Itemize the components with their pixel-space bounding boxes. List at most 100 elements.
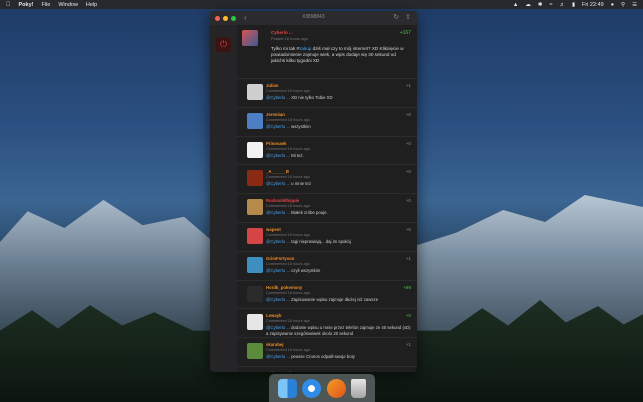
avatar[interactable] <box>247 285 263 302</box>
comment-votes[interactable]: +89 <box>403 285 411 290</box>
power-icon[interactable]: ⏻ <box>216 37 231 52</box>
comment-item: Hordk_pokemony Commented 16 hours ago +89 @… <box>237 281 417 310</box>
trash-icon[interactable] <box>351 378 367 398</box>
comment-text: XD nie tylko Tobie XD <box>289 95 333 100</box>
comment-author[interactable]: _A______B <box>266 169 411 174</box>
comment-meta: Commented 16 hours ago <box>266 117 310 122</box>
menu-file[interactable]: File <box>41 2 50 8</box>
avatar[interactable] <box>247 227 263 244</box>
back-icon[interactable]: ‹ <box>244 14 247 22</box>
comment-item: Lewayk Commented 16 hours ago +0 @Cyberlo .… <box>237 309 417 339</box>
avatar[interactable] <box>247 170 263 187</box>
comment-body: @Cyberlo ... pewnie Cronos odpalił swoje… <box>266 354 411 360</box>
notification-icon[interactable]: ▲ <box>513 2 518 8</box>
avatar[interactable] <box>247 141 263 158</box>
comment-item: Julian Commented 16 hours ago +1 @Cyberlo .… <box>237 79 417 108</box>
comment-author[interactable]: GrimFortyvon <box>266 256 411 261</box>
comment-meta: Commented 16 hours ago <box>266 290 310 295</box>
finder-icon[interactable] <box>277 378 297 398</box>
close-button[interactable] <box>215 15 220 21</box>
menu-window[interactable]: Window <box>58 2 78 8</box>
cloud-icon[interactable]: ☁ <box>525 2 531 8</box>
comment-text: wszystkim <box>289 123 311 129</box>
comment-body: @Cyberlo ... tagi nieprawiają... daj im … <box>266 239 411 245</box>
comment-meta: Commented 16 hours ago <box>266 175 310 180</box>
refresh-icon[interactable]: ↻ <box>393 13 399 21</box>
comment-mention[interactable]: @Cyberlo ... <box>266 325 290 330</box>
avatar[interactable] <box>247 343 263 360</box>
comment-text: Mi też. <box>289 152 304 158</box>
comment-votes[interactable]: +0 <box>406 198 411 203</box>
clock[interactable]: Fri 22:49 <box>582 2 604 8</box>
comment-author[interactable]: skarabej <box>266 342 411 347</box>
avatar[interactable] <box>247 84 263 100</box>
wifi-icon[interactable]: ≈ <box>549 2 552 8</box>
comment-author[interactable]: wapent <box>266 227 411 232</box>
search-icon[interactable]: ⚲ <box>621 2 625 8</box>
comment-votes[interactable]: +0 <box>406 169 411 174</box>
comment-author[interactable]: Hordk_pokemony <box>266 285 411 290</box>
share-icon[interactable]: ⇧ <box>405 13 411 21</box>
comment-mention[interactable]: @Cyberlo ... <box>266 153 290 158</box>
window-title: #3898843 <box>302 14 325 20</box>
comment-mention[interactable]: @Cyberlo ... <box>266 95 290 100</box>
comment-mention[interactable]: @Cyberlo ... <box>266 124 290 129</box>
notification-center-icon[interactable]: ☰ <box>632 2 637 8</box>
avatar[interactable] <box>242 30 258 46</box>
comment-votes[interactable]: +1 <box>406 83 411 88</box>
comment-votes[interactable]: +0 <box>406 141 411 146</box>
comment-votes[interactable]: +1 <box>406 371 411 372</box>
comment-text: czyli wszystkim <box>289 267 321 273</box>
volume-icon[interactable]: ♬ <box>559 2 565 8</box>
avatar[interactable] <box>247 112 263 129</box>
user-icon[interactable]: ● <box>611 2 614 8</box>
comment-body: @Cyberlo ... wszystkim <box>266 124 411 130</box>
minimize-button[interactable] <box>223 15 228 21</box>
comment-author[interactable]: Rocksolidhippie <box>266 198 411 203</box>
comment-mention[interactable]: @Cyberlo ... <box>266 210 290 215</box>
comment-text: Zapisuwanie wpisu zajmuje dłużej niż zaw… <box>289 296 379 302</box>
comment-mention[interactable]: @Cyberlo ... <box>266 239 290 244</box>
comment-mention[interactable]: @Cyberlo ... <box>266 297 290 302</box>
comment-item: _A______B Commented 16 hours ago +0 @Cyberl… <box>237 165 417 195</box>
comment-author[interactable]: Jeremian <box>266 112 411 117</box>
safari-icon[interactable] <box>302 378 322 398</box>
zoom-button[interactable] <box>231 15 236 21</box>
comment-item: Jeremian Commented 16 hours ago +0 @Cyberlo… <box>237 108 417 137</box>
comment-votes[interactable]: +0 <box>406 227 411 232</box>
comment-item: Rocksolidhippie Commented 16 hours ago +0 @… <box>237 194 417 223</box>
comment-item: GrimFortyvon Commented 16 hours ago +1 @Cyb… <box>237 252 417 281</box>
comment-mention[interactable]: @Cyberlo ... <box>266 181 290 186</box>
comment-author[interactable]: Julian <box>266 83 411 88</box>
comment-author[interactable]: BalanceProject <box>266 371 411 372</box>
title-bar: ‹ #3898843 ↻ ⇧ <box>210 11 417 25</box>
status-area: ▲ ☁ ✱ ≈ ♬ ▮ Fri 22:49 ● ⚲ ☰ <box>513 2 637 8</box>
comment-body: @Cyberlo ... Zapisuwanie wpisu zajmuje d… <box>266 297 411 303</box>
menu-help[interactable]: Help <box>86 2 97 8</box>
post-votes[interactable]: +167 <box>400 30 411 36</box>
comment-author[interactable]: Prinosaek <box>266 141 411 146</box>
battery-icon[interactable]: ▮ <box>572 2 575 8</box>
comment-item: wapent Commented 16 hours ago +0 @Cyberlo .… <box>237 223 417 252</box>
main-post: Cyberlo ... Posted 16 hours ago +167 Tyl… <box>237 25 417 79</box>
avatar[interactable] <box>247 314 263 331</box>
bluetooth-icon[interactable]: ✱ <box>538 2 543 8</box>
comment-author[interactable]: Lewayk <box>266 313 411 318</box>
comment-votes[interactable]: +0 <box>406 313 411 318</box>
avatar[interactable] <box>247 199 263 216</box>
cheese-icon[interactable] <box>326 378 346 398</box>
menu-app-name[interactable]: Poky! <box>19 2 34 8</box>
comment-mention[interactable]: @Cyberlo ... <box>266 354 290 359</box>
comment-body: @Cyberlo ... dodanie wpisu u mnie przez … <box>266 325 411 336</box>
apple-menu-icon[interactable]:  <box>6 2 11 8</box>
comment-votes[interactable]: +0 <box>406 112 411 117</box>
post-tag[interactable]: zakup <box>299 46 311 51</box>
app-window: ‹ #3898843 ↻ ⇧ ⏻ Cyberlo ... Posted 16 h… <box>210 11 417 372</box>
avatar[interactable] <box>247 256 263 273</box>
comment-votes[interactable]: +1 <box>406 256 411 261</box>
comment-votes[interactable]: +1 <box>406 342 411 347</box>
comment-body: @Cyberlo ... u mnie też <box>266 181 411 187</box>
menu-bar:  Poky! File Window Help ▲ ☁ ✱ ≈ ♬ ▮ Fri… <box>0 0 643 9</box>
comment-mention[interactable]: @Cyberlo ... <box>266 268 290 273</box>
post-author[interactable]: Cyberlo ... <box>271 30 411 35</box>
